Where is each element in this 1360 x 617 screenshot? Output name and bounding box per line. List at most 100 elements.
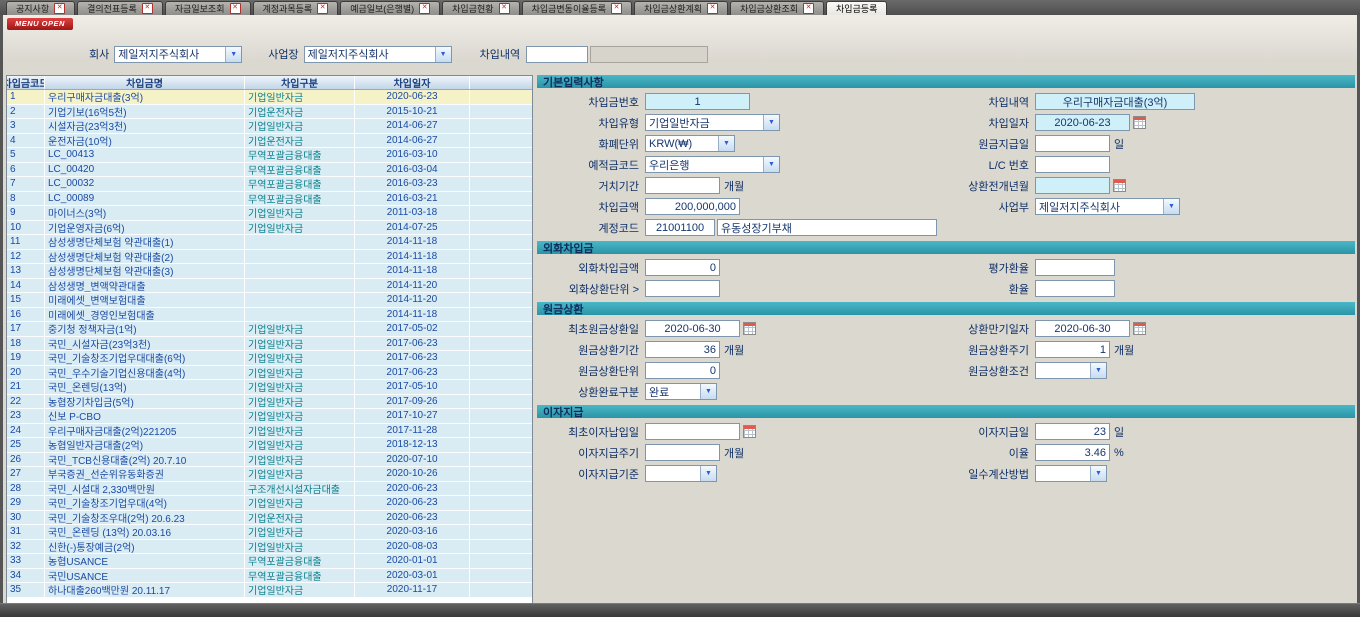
loan-name-field[interactable]: 우리구매자금대출(3억) <box>1035 93 1195 110</box>
tab-close-icon[interactable]: ✕ <box>499 3 510 14</box>
tab-item-7[interactable]: 차입금상환계획✕ <box>634 1 728 15</box>
loan-table-row[interactable]: 7LC_00032무역포괄금융대출2016-03-23 <box>7 177 532 192</box>
chevron-down-icon[interactable]: ▼ <box>718 136 734 151</box>
loan-table-row[interactable]: 17중기청 정책자금(1억)기업일반자금2017-05-02 <box>7 322 532 337</box>
chevron-down-icon[interactable]: ▼ <box>1090 363 1106 378</box>
loan-no-field[interactable]: 1 <box>645 93 750 110</box>
menu-open-button[interactable]: MENU OPEN <box>7 18 73 30</box>
column-header-code[interactable]: 차입금코드 <box>7 76 45 89</box>
loan-table-row[interactable]: 23신보 P-CBO기업일반자금2017-10-27 <box>7 409 532 424</box>
account-code-input[interactable]: 21001100 <box>645 219 715 236</box>
loan-table-row[interactable]: 10기업운영자금(6억)기업일반자금2014-07-25 <box>7 221 532 236</box>
loan-table-row[interactable]: 1우리구매자금대출(3억)기업일반자금2020-06-23 <box>7 90 532 105</box>
account-name-field[interactable]: 유동성장기부채 <box>717 219 937 236</box>
repay-unit-input[interactable]: 0 <box>645 362 720 379</box>
interest-cycle-input[interactable] <box>645 444 720 461</box>
company-select[interactable]: 제일저지주식회사 ▼ <box>114 46 242 63</box>
loan-date-field[interactable]: 2020-06-23 <box>1035 114 1130 131</box>
chevron-down-icon[interactable]: ▼ <box>763 115 779 130</box>
redemption-ym-field[interactable] <box>1035 177 1110 194</box>
column-header-type[interactable]: 차입구분 <box>245 76 355 89</box>
site-select[interactable]: 제일저지주식회사 ▼ <box>304 46 452 63</box>
fx-amount-input[interactable]: 0 <box>645 259 720 276</box>
tab-item-9[interactable]: 차입금등록 <box>826 1 887 15</box>
loan-table-row[interactable]: 25농협일반자금대출(2억)기업일반자금2018-12-13 <box>7 438 532 453</box>
tab-item-2[interactable]: 자금일보조회✕ <box>165 1 251 15</box>
loan-table-row[interactable]: 21국민_온렌딩(13억)기업일반자금2017-05-10 <box>7 380 532 395</box>
tab-close-icon[interactable]: ✕ <box>611 3 622 14</box>
tab-item-8[interactable]: 차입금상환조회✕ <box>730 1 824 15</box>
calendar-icon[interactable] <box>743 322 756 335</box>
loan-table-row[interactable]: 2기업기보(16억5천)기업운전자금2015-10-21 <box>7 105 532 120</box>
loan-table-row[interactable]: 22농협장기차입금(5억)기업일반자금2017-09-26 <box>7 395 532 410</box>
chevron-down-icon[interactable]: ▼ <box>700 466 716 481</box>
loan-table-row[interactable]: 29국민_기술창조기업우대(4억)기업일반자금2020-06-23 <box>7 496 532 511</box>
tab-close-icon[interactable]: ✕ <box>317 3 328 14</box>
loan-table-row[interactable]: 30국민_기술창조우대(2억) 20.6.23기업운전자금2020-06-23 <box>7 511 532 526</box>
tab-close-icon[interactable]: ✕ <box>707 3 718 14</box>
tab-item-3[interactable]: 계정과목등록✕ <box>253 1 339 15</box>
tab-close-icon[interactable]: ✕ <box>142 3 153 14</box>
loan-table-row[interactable]: 20국민_우수기술기업신용대출(4억)기업일반자금2017-06-23 <box>7 366 532 381</box>
loan-table-row[interactable]: 24우리구매자금대출(2억)221205기업일반자금2017-11-28 <box>7 424 532 439</box>
loan-table-row[interactable]: 26국민_TCB신용대출(2억) 20.7.10기업일반자금2020-07-10 <box>7 453 532 468</box>
loan-table-row[interactable]: 27부국증권_선순위유동화증권기업일반자금2020-10-26 <box>7 467 532 482</box>
interest-rate-input[interactable]: 3.46 <box>1035 444 1110 461</box>
division-select[interactable]: 제일저지주식회사 ▼ <box>1035 198 1180 215</box>
tab-close-icon[interactable]: ✕ <box>230 3 241 14</box>
chevron-down-icon[interactable]: ▼ <box>225 47 241 62</box>
loan-search-input[interactable] <box>526 46 588 63</box>
loan-table-row[interactable]: 6LC_00420무역포괄금융대출2016-03-04 <box>7 163 532 178</box>
loan-table-row[interactable]: 32신한(-)통장예금(2억)기업일반자금2020-08-03 <box>7 540 532 555</box>
interest-pay-day-input[interactable]: 23 <box>1035 423 1110 440</box>
loan-table-row[interactable]: 31국민_온렌딩 (13억) 20.03.16기업일반자금2020-03-16 <box>7 525 532 540</box>
chevron-down-icon[interactable]: ▼ <box>1163 199 1179 214</box>
repay-cycle-input[interactable]: 1 <box>1035 341 1110 358</box>
loan-table-row[interactable]: 5LC_00413무역포괄금융대출2016-03-10 <box>7 148 532 163</box>
loan-table-row[interactable]: 8LC_00089무역포괄금융대출2016-03-21 <box>7 192 532 207</box>
tab-close-icon[interactable]: ✕ <box>54 3 65 14</box>
ex-rate-input[interactable] <box>1035 280 1115 297</box>
first-repay-date-input[interactable]: 2020-06-30 <box>645 320 740 337</box>
loan-table-row[interactable]: 13삼성생명단체보험 약관대출(3)2014-11-18 <box>7 264 532 279</box>
currency-select[interactable]: KRW(₩) ▼ <box>645 135 735 152</box>
day-count-select[interactable]: ▼ <box>1035 465 1107 482</box>
chevron-down-icon[interactable]: ▼ <box>435 47 451 62</box>
loan-table-row[interactable]: 18국민_시설자금(23억3천)기업일반자금2017-06-23 <box>7 337 532 352</box>
loan-table-row[interactable]: 4운전자금(10억)기업운전자금2014-06-27 <box>7 134 532 149</box>
tab-close-icon[interactable]: ✕ <box>803 3 814 14</box>
maturity-date-input[interactable]: 2020-06-30 <box>1035 320 1130 337</box>
loan-table-row[interactable]: 12삼성생명단체보험 약관대출(2)2014-11-18 <box>7 250 532 265</box>
loan-table-row[interactable]: 16미래에셋_경영인보험대출2014-11-18 <box>7 308 532 323</box>
loan-table-row[interactable]: 33농협USANCE무역포괄금융대출2020-01-01 <box>7 554 532 569</box>
chevron-down-icon[interactable]: ▼ <box>700 384 716 399</box>
repay-condition-select[interactable]: ▼ <box>1035 362 1107 379</box>
tab-item-1[interactable]: 결의전표등록✕ <box>77 1 163 15</box>
loan-table-row[interactable]: 28국민_시설대 2,330백만원구조개선시설자금대출2020-06-23 <box>7 482 532 497</box>
repay-period-input[interactable]: 36 <box>645 341 720 358</box>
lc-no-input[interactable] <box>1035 156 1110 173</box>
chevron-down-icon[interactable]: ▼ <box>763 157 779 172</box>
loan-type-select[interactable]: 기업일반자금 ▼ <box>645 114 780 131</box>
loan-table-row[interactable]: 9마이너스(3억)기업일반자금2011-03-18 <box>7 206 532 221</box>
loan-amount-input[interactable]: 200,000,000 <box>645 198 740 215</box>
principal-pay-day-input[interactable] <box>1035 135 1110 152</box>
loan-table-row[interactable]: 34국민USANCE무역포괄금융대출2020-03-01 <box>7 569 532 584</box>
grace-period-input[interactable] <box>645 177 720 194</box>
calendar-icon[interactable] <box>1113 179 1126 192</box>
loan-table-row[interactable]: 15미래에셋_변액보험대출2014-11-20 <box>7 293 532 308</box>
deposit-code-select[interactable]: 우리은행 ▼ <box>645 156 780 173</box>
tab-item-5[interactable]: 차입금현황✕ <box>442 1 519 15</box>
column-header-name[interactable]: 차입금명 <box>45 76 245 89</box>
calendar-icon[interactable] <box>1133 116 1146 129</box>
eval-rate-input[interactable] <box>1035 259 1115 276</box>
column-header-date[interactable]: 차입일자 <box>355 76 470 89</box>
first-interest-date-input[interactable] <box>645 423 740 440</box>
tab-item-6[interactable]: 차입금변동이율등록✕ <box>522 1 633 15</box>
calendar-icon[interactable] <box>743 425 756 438</box>
fx-unit-input[interactable] <box>645 280 720 297</box>
loan-table-row[interactable]: 3시설자금(23억3천)기업일반자금2014-06-27 <box>7 119 532 134</box>
chevron-down-icon[interactable]: ▼ <box>1090 466 1106 481</box>
loan-table-row[interactable]: 19국민_기술창조기업우대대출(6억)기업일반자금2017-06-23 <box>7 351 532 366</box>
loan-table-row[interactable]: 11삼성생명단체보험 약관대출(1)2014-11-18 <box>7 235 532 250</box>
